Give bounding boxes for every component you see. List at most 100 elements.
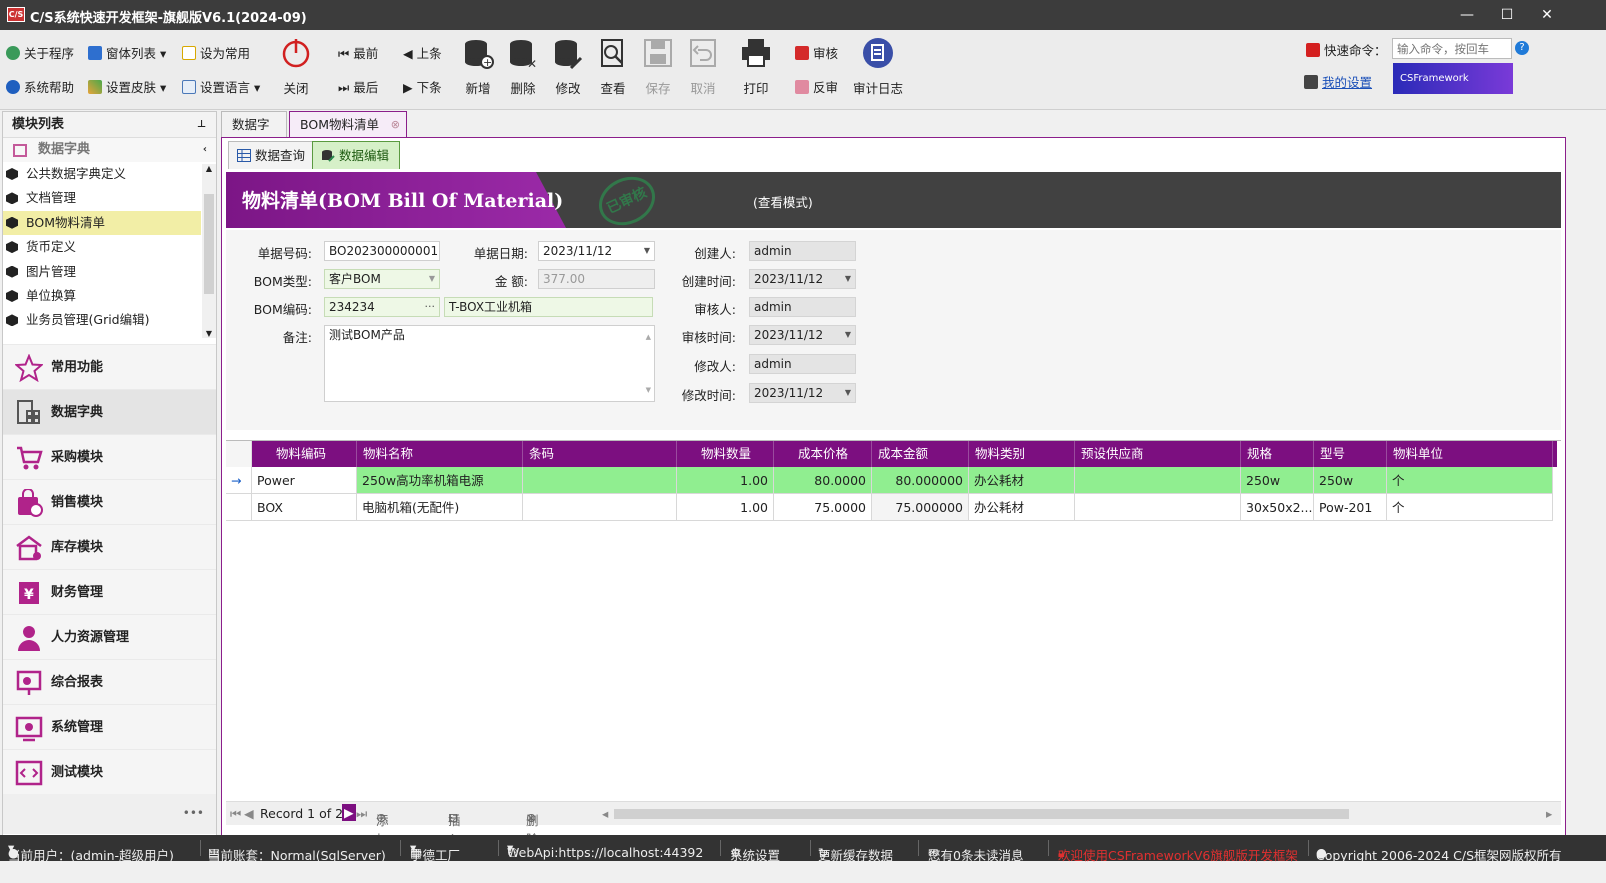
tab-data-edit[interactable]: 数据编辑 bbox=[312, 141, 401, 169]
cell-code[interactable]: BOX bbox=[252, 494, 357, 521]
maximize-button[interactable]: ☐ bbox=[1487, 4, 1527, 26]
cell-cost-amount[interactable]: 80.000000 bbox=[872, 467, 969, 494]
prev-record-button[interactable]: ◀ 上条 bbox=[403, 43, 442, 62]
col-header-category[interactable]: 物料类别 bbox=[969, 441, 1075, 467]
cell-barcode[interactable] bbox=[523, 467, 677, 494]
unapprove-button[interactable]: 反审 bbox=[795, 77, 838, 96]
chevron-down-icon[interactable]: ▼ bbox=[845, 270, 851, 288]
table-row[interactable]: → Power 250w高功率机箱电源 1.00 80.0000 80.0000… bbox=[226, 467, 1557, 494]
hscroll-thumb[interactable] bbox=[614, 809, 1349, 819]
first-record-button[interactable]: ⏮ 最前 bbox=[338, 43, 378, 62]
minimize-button[interactable]: — bbox=[1447, 4, 1487, 26]
chevron-down-icon[interactable]: ▼ bbox=[845, 384, 851, 402]
tab-data-query[interactable]: 数据查询 bbox=[228, 141, 317, 169]
chevron-down-icon[interactable]: ▼ bbox=[429, 270, 435, 288]
cell-unit[interactable]: 个 bbox=[1387, 467, 1553, 494]
bom-name-field[interactable]: T-BOX工业机箱 bbox=[444, 297, 653, 317]
group-finance[interactable]: ¥ 财务管理 bbox=[3, 569, 216, 614]
ellipsis-icon[interactable]: ··· bbox=[425, 298, 436, 316]
modify-time-field[interactable]: 2023/11/12 ▼ bbox=[749, 383, 856, 403]
cell-name[interactable]: 电脑机箱(无配件) bbox=[357, 494, 523, 521]
group-system[interactable]: 系统管理 bbox=[3, 704, 216, 749]
cell-qty[interactable]: 1.00 bbox=[677, 494, 774, 521]
view-button[interactable]: 查看 bbox=[590, 34, 636, 104]
cell-spec[interactable]: 250w bbox=[1241, 467, 1314, 494]
cell-model[interactable]: Pow-201 bbox=[1314, 494, 1387, 521]
more-options-icon[interactable]: ••• bbox=[3, 794, 216, 834]
create-time-field[interactable]: 2023/11/12 ▼ bbox=[749, 269, 856, 289]
last-record-button[interactable]: ⏭ 最后 bbox=[338, 77, 378, 96]
webapi-dropdown[interactable]: ⚇ WebApi:https://localhost:44392 ▾ bbox=[507, 840, 703, 860]
cell-barcode[interactable] bbox=[523, 494, 677, 521]
nav-first-icon[interactable]: ⏮ bbox=[230, 806, 241, 822]
tree-item-unit-convert[interactable]: 单位换算 bbox=[3, 284, 201, 308]
doc-no-field[interactable]: BO202300000001 bbox=[324, 241, 440, 261]
collapse-icon[interactable]: ‹ bbox=[203, 138, 207, 162]
bom-type-select[interactable]: 客户BOM ▼ bbox=[324, 269, 440, 289]
group-test[interactable]: 测试模块 bbox=[3, 749, 216, 794]
scroll-up-icon[interactable]: ▲ bbox=[646, 328, 651, 346]
scroll-down-icon[interactable]: ▼ bbox=[202, 329, 216, 338]
tab-data-dictionary[interactable]: 数据字典 bbox=[221, 111, 287, 157]
cell-name[interactable]: 250w高功率机箱电源 bbox=[357, 467, 523, 494]
group-reports[interactable]: 综合报表 bbox=[3, 659, 216, 704]
group-hr[interactable]: 人力资源管理 bbox=[3, 614, 216, 659]
amount-field[interactable]: 377.00 bbox=[538, 269, 655, 289]
approver-field[interactable]: admin bbox=[749, 297, 856, 317]
edit-button[interactable]: 修改 bbox=[545, 34, 591, 104]
cancel-button[interactable]: 取消 bbox=[680, 34, 726, 104]
cell-cost-price[interactable]: 80.0000 bbox=[774, 467, 872, 494]
cell-supplier[interactable] bbox=[1075, 494, 1241, 521]
current-user[interactable]: ● 当前用户：(admin-超级用户) ▾ bbox=[8, 840, 174, 863]
window-list-dropdown[interactable]: 窗体列表 ▾ bbox=[88, 43, 166, 62]
col-header-cost-price[interactable]: 成本价格 bbox=[774, 441, 872, 467]
hscroll-left-icon[interactable]: ◂ bbox=[602, 806, 608, 821]
tree-item-public-dict[interactable]: 公共数据字典定义 bbox=[3, 162, 201, 186]
cell-spec[interactable]: 30x50x2... bbox=[1241, 494, 1314, 521]
col-header-name[interactable]: 物料名称 bbox=[357, 441, 523, 467]
close-button[interactable]: 关闭 bbox=[273, 34, 319, 104]
col-header-spec[interactable]: 规格 bbox=[1241, 441, 1314, 467]
scroll-thumb[interactable] bbox=[204, 194, 214, 294]
next-record-button[interactable]: ▶ 下条 bbox=[403, 77, 442, 96]
tab-close-icon[interactable]: ⊗ bbox=[391, 112, 400, 137]
chevron-down-icon[interactable]: ▼ bbox=[644, 242, 650, 260]
creator-field[interactable]: admin bbox=[749, 241, 856, 261]
tree-scrollbar[interactable]: ▲ ▼ bbox=[202, 164, 216, 338]
favorite-button[interactable]: 设为常用 bbox=[182, 43, 250, 62]
chevron-down-icon[interactable]: ▼ bbox=[845, 326, 851, 344]
col-header-cost-amount[interactable]: 成本金额 bbox=[872, 441, 969, 467]
cell-cost-price[interactable]: 75.0000 bbox=[774, 494, 872, 521]
tree-item-currency[interactable]: 货币定义 bbox=[3, 235, 201, 259]
about-button[interactable]: 关于程序 bbox=[6, 43, 74, 62]
modifier-field[interactable]: admin bbox=[749, 354, 856, 374]
tree-item-documents[interactable]: 文档管理 bbox=[3, 186, 201, 210]
group-purchase[interactable]: 采购模块 bbox=[3, 434, 216, 479]
cell-qty[interactable]: 1.00 bbox=[677, 467, 774, 494]
col-header-barcode[interactable]: 条码 bbox=[523, 441, 677, 467]
col-header-model[interactable]: 型号 bbox=[1314, 441, 1387, 467]
doc-date-field[interactable]: 2023/11/12 ▼ bbox=[538, 241, 655, 261]
col-header-code[interactable]: 物料编码 bbox=[252, 441, 357, 467]
bom-code-field[interactable]: 234234 ··· bbox=[324, 297, 440, 317]
table-row[interactable]: BOX 电脑机箱(无配件) 1.00 75.0000 75.000000 办公耗… bbox=[226, 494, 1557, 521]
tree-item-bom[interactable]: BOM物料清单 bbox=[3, 210, 201, 236]
language-dropdown[interactable]: 设置语言 ▾ bbox=[182, 77, 260, 96]
cell-supplier[interactable] bbox=[1075, 467, 1241, 494]
hscroll-right-icon[interactable]: ▸ bbox=[1546, 806, 1552, 821]
col-header-qty[interactable]: 物料数量 bbox=[677, 441, 774, 467]
cell-model[interactable]: 250w bbox=[1314, 467, 1387, 494]
col-header-unit[interactable]: 物料单位 bbox=[1387, 441, 1553, 467]
nav-next-icon[interactable]: ▶ bbox=[342, 804, 356, 821]
scroll-down-icon[interactable]: ▼ bbox=[646, 381, 651, 399]
col-header-supplier[interactable]: 预设供应商 bbox=[1075, 441, 1241, 467]
factory-dropdown[interactable]: ▦ 宁德工厂 ▾ bbox=[410, 840, 460, 863]
cell-category[interactable]: 办公耗材 bbox=[969, 467, 1075, 494]
approve-time-field[interactable]: 2023/11/12 ▼ bbox=[749, 325, 856, 345]
tree-item-salesman[interactable]: 业务员管理(Grid编辑) bbox=[3, 308, 201, 332]
save-button[interactable]: 保存 bbox=[635, 34, 681, 104]
audit-log-button[interactable]: 审计日志 bbox=[852, 34, 904, 104]
cell-category[interactable]: 办公耗材 bbox=[969, 494, 1075, 521]
close-window-button[interactable]: ✕ bbox=[1527, 4, 1567, 26]
add-button[interactable]: + 新增 bbox=[455, 34, 501, 104]
